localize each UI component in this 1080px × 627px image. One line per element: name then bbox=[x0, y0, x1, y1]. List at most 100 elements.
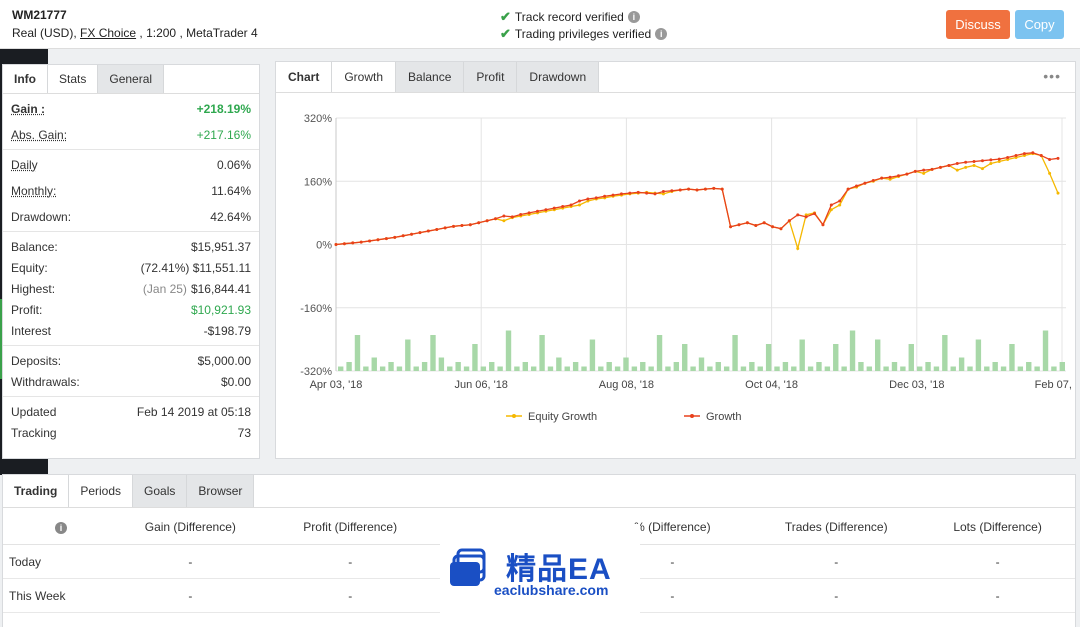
growth-point bbox=[980, 159, 984, 163]
highest-label: Highest: bbox=[11, 281, 56, 296]
growth-point bbox=[880, 176, 884, 180]
growth-point bbox=[452, 224, 456, 228]
discuss-button[interactable]: Discuss bbox=[946, 10, 1010, 39]
growth-point bbox=[712, 186, 716, 190]
growth-point bbox=[913, 169, 917, 173]
y-tick-label: 320% bbox=[304, 113, 332, 125]
equity-growth-point bbox=[838, 203, 842, 207]
deposits-value: $5,000.00 bbox=[197, 353, 251, 368]
volume-bar bbox=[824, 366, 831, 371]
growth-point bbox=[762, 221, 766, 225]
more-options-icon[interactable]: ••• bbox=[1043, 68, 1061, 84]
growth-point bbox=[661, 190, 665, 194]
growth-point bbox=[1022, 152, 1026, 156]
growth-point bbox=[930, 167, 934, 171]
growth-point bbox=[1056, 156, 1060, 160]
growth-point bbox=[410, 232, 414, 236]
tab-general[interactable]: General bbox=[98, 65, 165, 93]
volume-bar bbox=[497, 366, 503, 371]
account-id: WM21777 bbox=[12, 8, 67, 22]
tab-goals[interactable]: Goals bbox=[133, 475, 188, 507]
volume-bar bbox=[463, 366, 470, 371]
copy-button[interactable]: Copy bbox=[1015, 10, 1064, 39]
abs-gain-label[interactable]: Abs. Gain: bbox=[11, 128, 67, 142]
equity-growth-point bbox=[972, 163, 976, 167]
volume-bar bbox=[363, 366, 369, 371]
equity-growth-point bbox=[989, 161, 993, 165]
account-type: Real (USD), bbox=[12, 26, 77, 40]
volume-bar bbox=[489, 362, 495, 371]
growth-point bbox=[351, 241, 355, 245]
info-icon[interactable]: i bbox=[627, 11, 640, 23]
header-lots: Lots (Difference) bbox=[953, 519, 1042, 534]
header-profit: Profit (Difference) bbox=[303, 519, 398, 534]
interest-label: Interest bbox=[11, 323, 52, 338]
volume-bar bbox=[505, 330, 512, 371]
tab-balance[interactable]: Balance bbox=[396, 62, 465, 92]
volume-bar bbox=[765, 344, 772, 371]
growth-point bbox=[384, 237, 388, 241]
growth-point bbox=[754, 224, 758, 228]
y-tick-label: -320% bbox=[300, 366, 332, 378]
volume-bar bbox=[715, 362, 721, 371]
volume-bar bbox=[648, 366, 654, 371]
volume-bar bbox=[698, 357, 705, 371]
volume-bar bbox=[1009, 344, 1015, 371]
tab-growth[interactable]: Growth bbox=[332, 62, 397, 92]
growth-point bbox=[1048, 158, 1052, 162]
growth-point bbox=[552, 206, 556, 210]
volume-bar bbox=[354, 335, 361, 371]
updated-label: Updated bbox=[11, 404, 57, 419]
growth-point bbox=[586, 197, 590, 201]
growth-point bbox=[544, 208, 548, 212]
growth-point bbox=[628, 191, 632, 195]
volume-bar bbox=[522, 362, 528, 371]
x-tick-label: Dec 03, '18 bbox=[889, 379, 944, 391]
tab-browser[interactable]: Browser bbox=[187, 475, 255, 507]
volume-bar bbox=[1017, 366, 1024, 371]
info-icon[interactable]: i bbox=[54, 521, 67, 534]
growth-point bbox=[401, 234, 405, 238]
volume-bar bbox=[472, 344, 478, 371]
tab-info[interactable]: Info bbox=[3, 65, 48, 93]
chart-tabs: Chart Growth Balance Profit Drawdown bbox=[276, 62, 1075, 93]
volume-bar bbox=[455, 362, 461, 371]
info-icon[interactable]: i bbox=[655, 28, 668, 40]
tab-periods[interactable]: Periods bbox=[69, 475, 134, 507]
growth-point bbox=[368, 239, 372, 243]
volume-bar bbox=[791, 366, 797, 371]
volume-bar bbox=[606, 362, 612, 371]
daily-label[interactable]: Daily bbox=[11, 158, 38, 172]
volume-bar bbox=[438, 357, 445, 371]
gain-label[interactable]: Gain : bbox=[11, 102, 45, 116]
broker-link[interactable]: FX Choice bbox=[80, 26, 136, 40]
header-gain: Gain (Difference) bbox=[144, 519, 236, 534]
chart-panel: Chart Growth Balance Profit Drawdown •••… bbox=[275, 61, 1076, 459]
tab-chart[interactable]: Chart bbox=[276, 62, 333, 92]
balance-label: Balance: bbox=[11, 239, 58, 254]
monthly-label[interactable]: Monthly: bbox=[11, 184, 56, 198]
growth-point bbox=[737, 223, 741, 227]
info-panel: Info Stats General Gain : +218.19% Abs. G… bbox=[2, 64, 260, 459]
volume-bar bbox=[614, 366, 621, 371]
volume-bar bbox=[656, 335, 663, 371]
tab-trading[interactable]: Trading bbox=[3, 475, 70, 507]
tab-profit[interactable]: Profit bbox=[464, 62, 518, 92]
volume-bar bbox=[665, 366, 671, 371]
interest-value: -$198.79 bbox=[203, 323, 251, 338]
growth-point bbox=[342, 242, 346, 246]
equity-growth-point bbox=[922, 171, 926, 175]
growth-point bbox=[813, 212, 817, 216]
tab-drawdown[interactable]: Drawdown bbox=[517, 62, 600, 92]
drawdown-label: Drawdown: bbox=[11, 209, 72, 224]
monthly-value: 11.64% bbox=[211, 183, 251, 198]
tab-stats[interactable]: Stats bbox=[48, 65, 99, 93]
y-tick-label: 160% bbox=[304, 176, 332, 188]
growth-point bbox=[603, 194, 607, 198]
equity-growth-point bbox=[1056, 191, 1060, 195]
growth-point bbox=[527, 211, 531, 215]
growth-point bbox=[594, 196, 598, 200]
volume-bar bbox=[371, 357, 377, 371]
track-record-verified: ✔ Track record verified i bbox=[500, 9, 640, 25]
y-tick-label: -160% bbox=[300, 303, 332, 315]
